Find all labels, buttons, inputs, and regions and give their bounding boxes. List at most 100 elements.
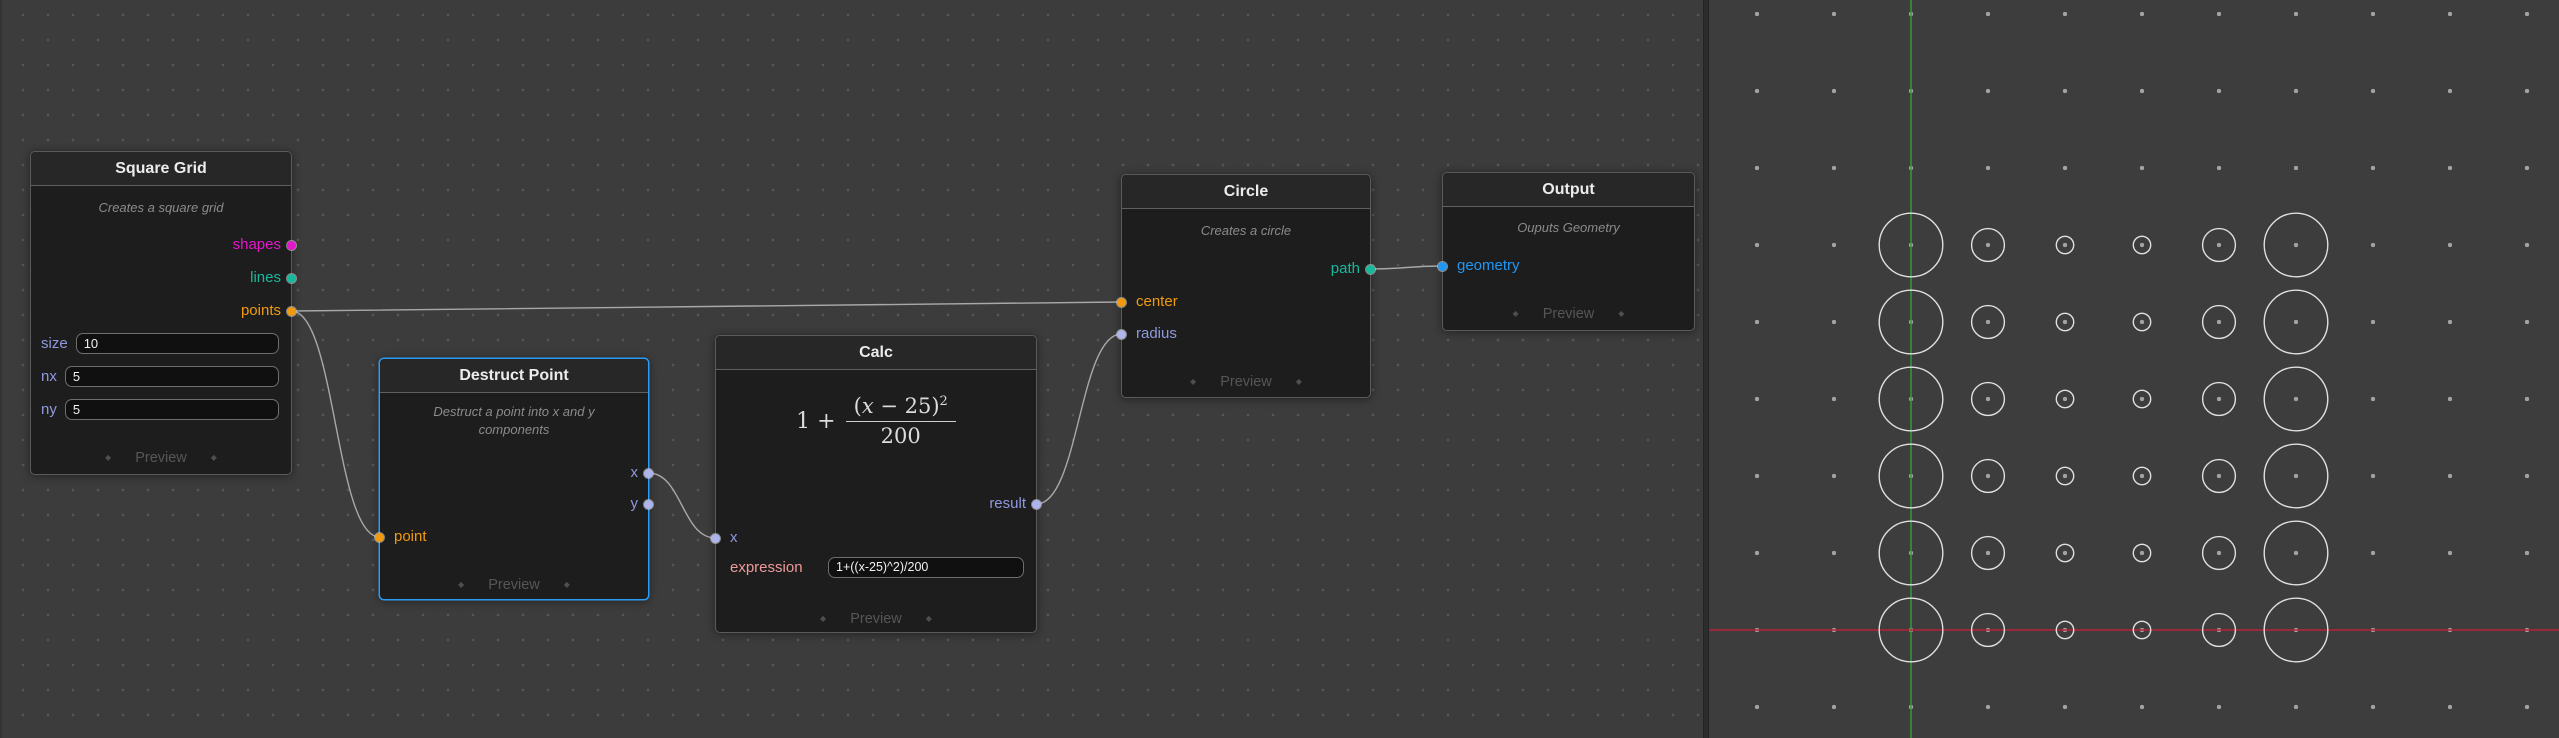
node-title[interactable]: Square Grid (31, 152, 291, 186)
input-port-dot-calc-x[interactable] (711, 534, 720, 543)
preview-label: Preview (850, 611, 902, 627)
port-label-x: x (631, 462, 639, 484)
port-row-center: center (1122, 291, 1370, 313)
port-row-point: point (380, 526, 648, 548)
rendered-circle (2203, 460, 2236, 493)
diamond-icon: ◆ (1618, 303, 1624, 325)
input-port-dot-radius[interactable] (1117, 330, 1126, 339)
rendered-circle (2203, 537, 2236, 570)
preview-toggle[interactable]: ◆ Preview ◆ (31, 447, 291, 469)
preview-toggle[interactable]: ◆ Preview ◆ (380, 574, 648, 596)
preview-toggle[interactable]: ◆ Preview ◆ (1122, 371, 1370, 393)
rendered-circle (2264, 444, 2328, 508)
node-title[interactable]: Output (1443, 173, 1694, 207)
formula-denominator: 200 (881, 422, 921, 448)
output-port-dot-y[interactable] (644, 500, 653, 509)
node-destruct-point[interactable]: Destruct Point Destruct a point into x a… (379, 358, 649, 600)
port-label-path: path (1331, 258, 1360, 280)
node-editor-canvas[interactable]: Square Grid Creates a square grid shapes… (0, 0, 1705, 738)
port-label-center: center (1136, 291, 1178, 313)
port-label-points: points (241, 300, 281, 322)
output-port-dot-path[interactable] (1366, 265, 1375, 274)
preview-label: Preview (1220, 374, 1272, 390)
port-label-lines: lines (250, 267, 281, 289)
rendered-circle (1972, 306, 2005, 339)
rendered-circle (1972, 537, 2005, 570)
node-title[interactable]: Circle (1122, 175, 1370, 209)
rendered-circle (2264, 367, 2328, 431)
preview-label: Preview (135, 450, 187, 466)
rendered-circle (2056, 390, 2073, 407)
input-port-dot-point[interactable] (375, 533, 384, 542)
formula-numerator: (x − 25)2 (846, 394, 956, 422)
rendered-circle (2133, 313, 2150, 330)
param-label-size: size (41, 335, 68, 352)
port-row-x: x (380, 462, 648, 484)
diamond-icon: ◆ (211, 447, 217, 469)
preview-label: Preview (1543, 306, 1595, 322)
rendered-circle (1972, 229, 2005, 262)
param-row-expression: expression (716, 556, 1036, 578)
size-field[interactable] (76, 333, 279, 354)
port-label-point: point (394, 526, 427, 548)
ny-field[interactable] (65, 399, 279, 420)
input-port-dot-center[interactable] (1117, 298, 1126, 307)
port-row-radius: radius (1122, 323, 1370, 345)
node-description: Ouputs Geometry (1443, 219, 1694, 237)
param-label-nx: nx (41, 368, 57, 385)
preview-toggle[interactable]: ◆ Preview ◆ (1443, 303, 1694, 325)
viewport-canvas[interactable] (1709, 0, 2559, 738)
output-port-dot-x[interactable] (644, 469, 653, 478)
port-row-lines: lines (31, 267, 291, 289)
diamond-icon: ◆ (564, 574, 570, 596)
port-label-shapes: shapes (233, 234, 281, 256)
port-row-points: points (31, 300, 291, 322)
diamond-icon: ◆ (820, 608, 826, 630)
node-output[interactable]: Output Ouputs Geometry geometry ◆ Previe… (1442, 172, 1695, 331)
wire (292, 311, 380, 537)
input-port-dot-geometry[interactable] (1438, 262, 1447, 271)
render-layer (1709, 0, 2559, 738)
node-title[interactable]: Destruct Point (380, 359, 648, 393)
nx-field[interactable] (65, 366, 279, 387)
node-square-grid[interactable]: Square Grid Creates a square grid shapes… (30, 151, 292, 475)
output-port-dot-shapes[interactable] (287, 241, 296, 250)
expression-field[interactable] (828, 557, 1024, 578)
formula-fraction: (x − 25)2 200 (846, 394, 956, 448)
diamond-icon: ◆ (105, 447, 111, 469)
formula-prefix: 1 + (796, 409, 835, 434)
diamond-icon: ◆ (458, 574, 464, 596)
node-circle[interactable]: Circle Creates a circle path center radi… (1121, 174, 1371, 398)
rendered-circle (2056, 544, 2073, 561)
port-label-radius: radius (1136, 323, 1177, 345)
port-row-result: result (716, 493, 1036, 515)
diamond-icon: ◆ (1296, 371, 1302, 393)
node-description: Destruct a point into x and y components (400, 403, 628, 438)
port-label-result: result (989, 493, 1026, 515)
preview-toggle[interactable]: ◆ Preview ◆ (716, 608, 1036, 630)
wire (1371, 266, 1443, 269)
rendered-circle (1972, 383, 2005, 416)
output-port-dot-points[interactable] (287, 307, 296, 316)
rendered-circle (2264, 290, 2328, 354)
node-title[interactable]: Calc (716, 336, 1036, 370)
rendered-circle (2203, 306, 2236, 339)
port-row-geometry: geometry (1443, 255, 1694, 277)
param-row-size: size (31, 332, 291, 354)
output-port-dot-result[interactable] (1032, 500, 1041, 509)
preview-label: Preview (488, 577, 540, 593)
diamond-icon: ◆ (1513, 303, 1519, 325)
rendered-circle (2133, 544, 2150, 561)
port-row-shapes: shapes (31, 234, 291, 256)
rendered-circle (2133, 390, 2150, 407)
param-row-nx: nx (31, 365, 291, 387)
node-calc[interactable]: Calc 1 + (x − 25)2 200 result x expressi… (715, 335, 1037, 633)
port-label-calc-x: x (730, 527, 738, 549)
output-port-dot-lines[interactable] (287, 274, 296, 283)
rendered-circle (2264, 521, 2328, 585)
param-label-expression: expression (730, 559, 803, 576)
rendered-circle (2203, 229, 2236, 262)
rendered-circle (1972, 460, 2005, 493)
app-window: Square Grid Creates a square grid shapes… (0, 0, 2559, 738)
diamond-icon: ◆ (1190, 371, 1196, 393)
